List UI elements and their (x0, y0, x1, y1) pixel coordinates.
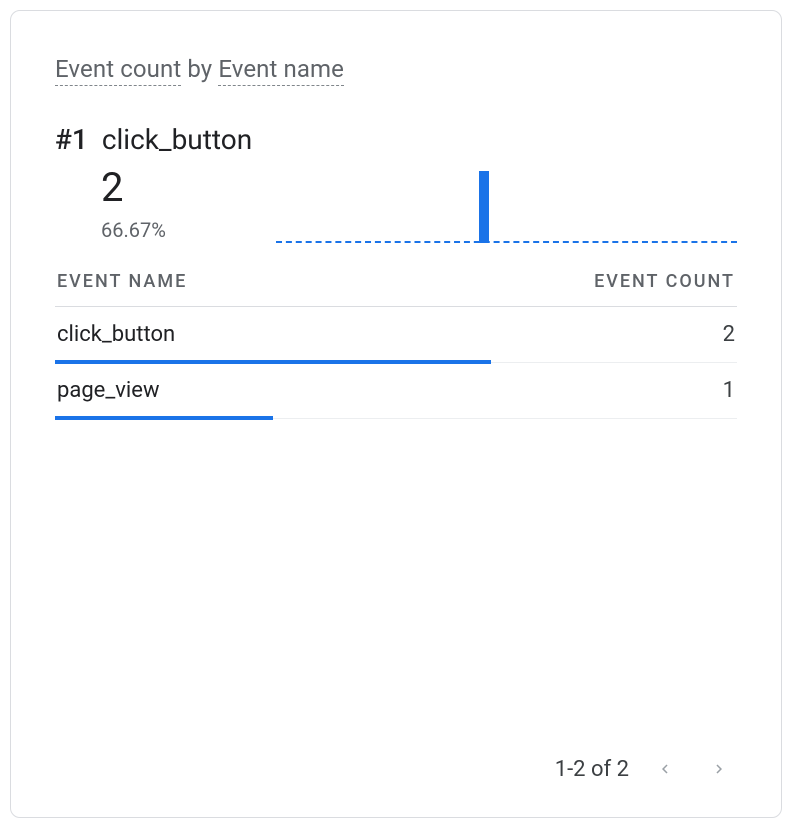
card-title: Event count by Event name (55, 55, 737, 83)
event-table: EVENT NAME EVENT COUNT click_button 2 page… (55, 271, 737, 419)
chevron-right-icon (710, 760, 728, 778)
row-event-count: 1 (723, 378, 735, 403)
table-row[interactable]: page_view 1 (55, 363, 737, 419)
title-metric[interactable]: Event count (55, 55, 181, 86)
top-summary-left: #1 click_button 2 66.67% (55, 123, 252, 242)
pager-next-button[interactable] (701, 751, 737, 787)
row-event-name: click_button (57, 322, 175, 347)
title-dimension[interactable]: Event name (218, 55, 344, 86)
top-summary-row: #1 click_button 2 66.67% (55, 123, 737, 243)
col-event-name[interactable]: EVENT NAME (57, 271, 187, 292)
table-body: click_button 2 page_view 1 (55, 307, 737, 419)
table-header: EVENT NAME EVENT COUNT (55, 271, 737, 307)
top-rank-line: #1 click_button (55, 123, 252, 156)
top-rank: #1 (55, 123, 88, 156)
sparkline-chart (276, 163, 737, 243)
top-event-name: click_button (102, 123, 252, 156)
row-event-name: page_view (57, 378, 159, 403)
pager-prev-button[interactable] (647, 751, 683, 787)
table-row[interactable]: click_button 2 (55, 307, 737, 363)
sparkline-bar (479, 171, 489, 243)
report-card: Event count by Event name #1 click_butto… (10, 10, 782, 818)
top-event-percent: 66.67% (101, 218, 252, 242)
title-by: by (187, 55, 212, 83)
top-event-value: 2 (101, 166, 252, 210)
pager: 1-2 of 2 (555, 751, 737, 787)
pager-range: 1-2 of 2 (555, 757, 629, 782)
chevron-left-icon (656, 760, 674, 778)
col-event-count[interactable]: EVENT COUNT (594, 271, 735, 292)
sparkline-baseline (276, 241, 737, 243)
row-bar (55, 416, 273, 420)
row-event-count: 2 (723, 322, 735, 347)
